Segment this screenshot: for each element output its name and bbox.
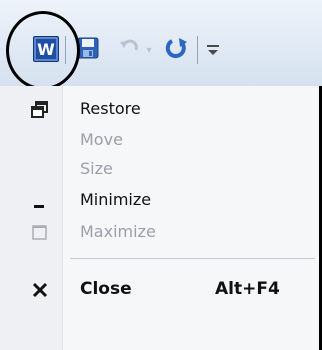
menu-divider — [70, 258, 315, 259]
menu-item-label: Maximize — [80, 222, 156, 241]
menu-item-label: Size — [80, 159, 113, 178]
menu-item-size: Size — [0, 154, 320, 184]
minimize-icon — [31, 192, 49, 210]
menu-item-shortcut: Alt+F4 — [215, 279, 280, 299]
menu-item-label: Close — [80, 279, 132, 299]
customize-toolbar-icon[interactable] — [206, 38, 220, 60]
system-menu: Restore Move Size Minimize Maximize Clos… — [0, 86, 322, 350]
menu-item-label: Minimize — [80, 190, 152, 209]
redo-icon[interactable] — [165, 36, 189, 60]
menu-item-restore[interactable]: Restore — [0, 94, 320, 124]
menu-item-label: Restore — [80, 99, 141, 118]
menu-item-label: Move — [80, 130, 123, 149]
menu-item-minimize[interactable]: Minimize — [0, 185, 320, 215]
quick-access-toolbar: W ▾ — [0, 0, 322, 90]
undo-icon[interactable] — [118, 36, 140, 60]
maximize-icon — [31, 224, 49, 242]
menu-item-maximize: Maximize — [0, 217, 320, 247]
restore-icon — [31, 101, 49, 119]
toolbar-separator — [197, 36, 198, 64]
save-icon[interactable] — [77, 36, 99, 60]
annotation-circle — [6, 11, 80, 90]
menu-item-move: Move — [0, 125, 320, 155]
undo-dropdown-icon[interactable]: ▾ — [144, 43, 154, 57]
menu-item-close[interactable]: Close Alt+F4 — [0, 274, 320, 304]
close-icon — [31, 281, 49, 299]
